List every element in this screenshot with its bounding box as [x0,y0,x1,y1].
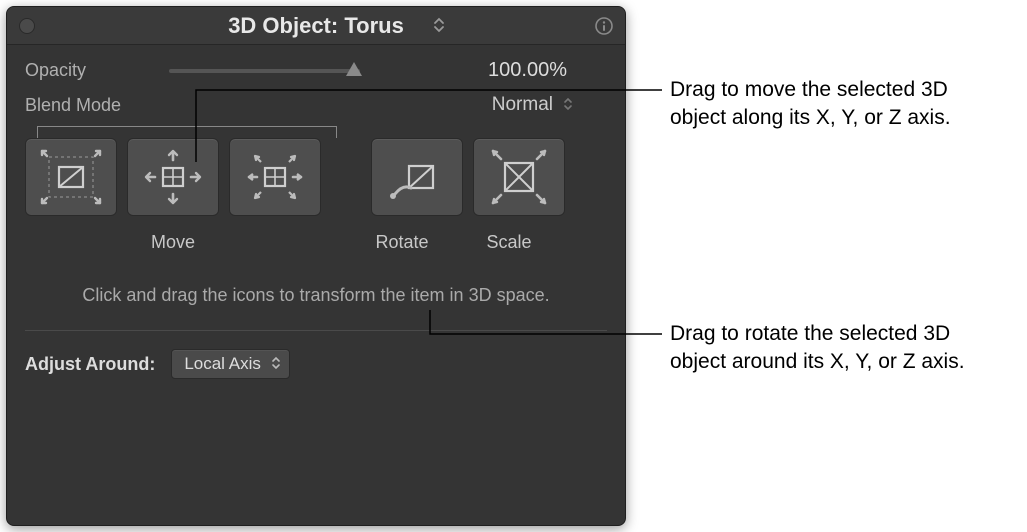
rotate-label: Rotate [351,232,453,253]
chevron-updown-icon [563,97,573,111]
blend-mode-text: Normal [492,94,553,115]
chevron-updown-icon [271,356,281,370]
divider [25,330,607,331]
titlebar: 3D Object: Torus [7,7,625,45]
move-xy-button[interactable] [25,138,117,216]
callout-rotate: Drag to rotate the selected 3D object ar… [670,320,1010,377]
transform-tools: Move Rotate Scale [25,138,607,253]
blend-mode-value[interactable]: Normal [165,94,607,116]
move-label: Move [25,232,321,253]
opacity-label: Opacity [25,60,165,81]
move-z-button[interactable] [127,138,219,216]
slider-thumb-icon[interactable] [346,62,362,76]
adjust-around-row: Adjust Around: Local Axis [25,349,607,379]
rotate-button[interactable] [371,138,463,216]
callout-move: Drag to move the selected 3D object alon… [670,76,1000,133]
scale-label: Scale [463,232,555,253]
blend-mode-label: Blend Mode [25,95,165,116]
hint-text: Click and drag the icons to transform th… [25,283,607,308]
opacity-value[interactable]: 100.00% [376,59,607,82]
adjust-around-select[interactable]: Local Axis [171,349,290,379]
info-icon[interactable] [595,17,613,35]
blend-mode-row: Blend Mode Normal [25,94,607,116]
scale-button[interactable] [473,138,565,216]
close-icon[interactable] [19,18,35,34]
bracket-icon [37,126,337,138]
adjust-around-label: Adjust Around: [25,354,155,375]
adjust-around-value: Local Axis [184,354,261,373]
move-depth-button[interactable] [229,138,321,216]
title-dropdown-icon[interactable] [433,17,447,35]
opacity-slider[interactable] [169,69,360,73]
panel-title[interactable]: 3D Object: Torus [228,13,404,39]
inspector-panel: 3D Object: Torus Opacity 100.00% Blend M… [6,6,626,526]
opacity-row: Opacity 100.00% [25,59,607,82]
